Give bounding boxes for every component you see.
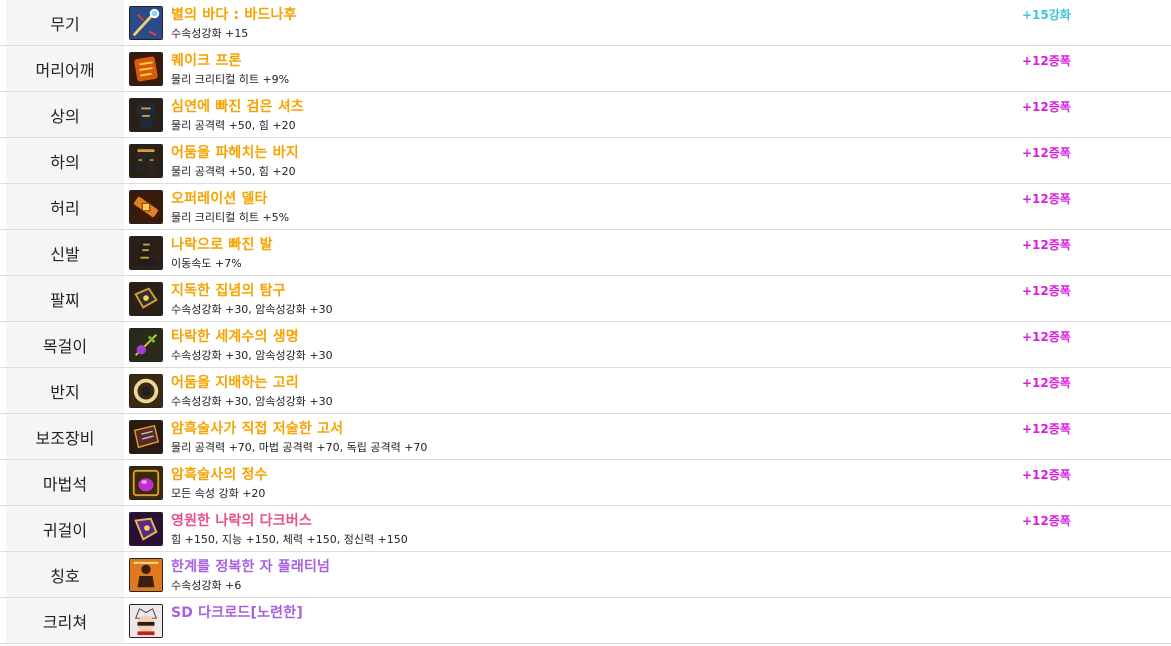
item-stats: 물리 공격력 +50, 힘 +20 [171,119,296,132]
slot-label: 칭호 [6,552,124,597]
creature-icon[interactable] [129,604,163,638]
item-name[interactable]: 암흑술사가 직접 저술한 고서 [171,418,343,438]
upgrade-badge: +15강화 [1022,8,1071,22]
item-stats: 수속성강화 +30, 암속성강화 +30 [171,349,333,362]
equipment-row: 팔찌 지독한 집념의 탐구 수속성강화 +30, 암속성강화 +30 +12증폭 [0,276,1171,322]
equipment-row: 귀걸이 영원한 나락의 다크버스 힘 +150, 지능 +150, 체력 +15… [0,506,1171,552]
slot-label: 마법석 [6,460,124,505]
item-name[interactable]: 심연에 빠진 검은 셔츠 [171,96,304,116]
upgrade-badge: +12증폭 [1022,284,1071,298]
slot-label: 무기 [6,0,124,45]
equipment-row: 목걸이 타락한 세계수의 생명 수속성강화 +30, 암속성강화 +30 +12… [0,322,1171,368]
shoulder-armor-icon[interactable] [129,52,163,86]
staff-icon[interactable] [129,6,163,40]
upgrade-badge: +12증폭 [1022,54,1071,68]
upgrade-badge: +12증폭 [1022,192,1071,206]
equipment-row: 마법석 암흑술사의 정수 모든 속성 강화 +20 +12증폭 [0,460,1171,506]
equipment-row: 보조장비 암흑술사가 직접 저술한 고서 물리 공격력 +70, 마법 공격력 … [0,414,1171,460]
necklace-icon[interactable] [129,328,163,362]
slot-label: 크리쳐 [6,598,124,643]
item-name[interactable]: 영원한 나락의 다크버스 [171,510,312,530]
item-name[interactable]: 한계를 정복한 자 플래티넘 [171,556,330,576]
equipment-row: 허리 오퍼레이션 델타 물리 크리티컬 히트 +5% +12증폭 [0,184,1171,230]
slot-label: 목걸이 [6,322,124,367]
magic-stone-icon[interactable] [129,466,163,500]
ring-icon[interactable] [129,374,163,408]
equipment-row: 하의 어둠을 파헤치는 바지 물리 공격력 +50, 힘 +20 +12증폭 [0,138,1171,184]
equipment-row: 크리쳐 SD 다크로드[노련한] [0,598,1171,644]
earring-icon[interactable] [129,512,163,546]
item-name[interactable]: 어둠을 지배하는 고리 [171,372,299,392]
item-stats: 수속성강화 +30, 암속성강화 +30 [171,303,333,316]
item-name[interactable]: 타락한 세계수의 생명 [171,326,299,346]
item-stats: 수속성강화 +6 [171,579,242,592]
item-name[interactable]: 지독한 집념의 탐구 [171,280,286,300]
upgrade-badge: +12증폭 [1022,100,1071,114]
boots-icon[interactable] [129,236,163,270]
item-stats: 모든 속성 강화 +20 [171,487,266,500]
slot-label: 하의 [6,138,124,183]
equipment-row: 무기 별의 바다 : 바드나후 수속성강화 +15 +15강화 [0,0,1171,46]
item-stats: 힘 +150, 지능 +150, 체력 +150, 정신력 +150 [171,533,408,546]
equipment-row: 신발 나락으로 빠진 발 이동속도 +7% +12증폭 [0,230,1171,276]
slot-label: 허리 [6,184,124,229]
slot-label: 팔찌 [6,276,124,321]
slot-label: 보조장비 [6,414,124,459]
item-stats: 물리 크리티컬 히트 +9% [171,73,290,86]
equipment-row: 반지 어둠을 지배하는 고리 수속성강화 +30, 암속성강화 +30 +12증… [0,368,1171,414]
equipment-table: 무기 별의 바다 : 바드나후 수속성강화 +15 +15강화 머리어깨 퀘이크… [0,0,1171,644]
upgrade-badge: +12증폭 [1022,146,1071,160]
equipment-row: 상의 심연에 빠진 검은 셔츠 물리 공격력 +50, 힘 +20 +12증폭 [0,92,1171,138]
item-name[interactable]: 어둠을 파헤치는 바지 [171,142,299,162]
item-stats: 수속성강화 +30, 암속성강화 +30 [171,395,333,408]
title-icon[interactable] [129,558,163,592]
item-stats: 물리 공격력 +70, 마법 공격력 +70, 독립 공격력 +70 [171,441,428,454]
equipment-row: 머리어깨 퀘이크 프론 물리 크리티컬 히트 +9% +12증폭 [0,46,1171,92]
item-name[interactable]: 별의 바다 : 바드나후 [171,4,297,24]
item-name[interactable]: SD 다크로드[노련한] [171,602,303,622]
slot-label: 반지 [6,368,124,413]
item-stats: 수속성강화 +15 [171,27,249,40]
book-icon[interactable] [129,420,163,454]
item-stats: 이동속도 +7% [171,257,242,270]
bracelet-icon[interactable] [129,282,163,316]
slot-label: 귀걸이 [6,506,124,551]
item-name[interactable]: 퀘이크 프론 [171,50,241,70]
item-stats: 물리 공격력 +50, 힘 +20 [171,165,296,178]
upgrade-badge: +12증폭 [1022,514,1071,528]
item-name[interactable]: 나락으로 빠진 발 [171,234,273,254]
upgrade-badge: +12증폭 [1022,468,1071,482]
item-name[interactable]: 암흑술사의 정수 [171,464,268,484]
item-name[interactable]: 오퍼레이션 델타 [171,188,268,208]
upgrade-badge: +12증폭 [1022,376,1071,390]
pants-icon[interactable] [129,144,163,178]
shirt-icon[interactable] [129,98,163,132]
slot-label: 상의 [6,92,124,137]
item-stats: 물리 크리티컬 히트 +5% [171,211,290,224]
upgrade-badge: +12증폭 [1022,238,1071,252]
belt-icon[interactable] [129,190,163,224]
upgrade-badge: +12증폭 [1022,422,1071,436]
slot-label: 신발 [6,230,124,275]
equipment-row: 칭호 한계를 정복한 자 플래티넘 수속성강화 +6 [0,552,1171,598]
upgrade-badge: +12증폭 [1022,330,1071,344]
slot-label: 머리어깨 [6,46,124,91]
